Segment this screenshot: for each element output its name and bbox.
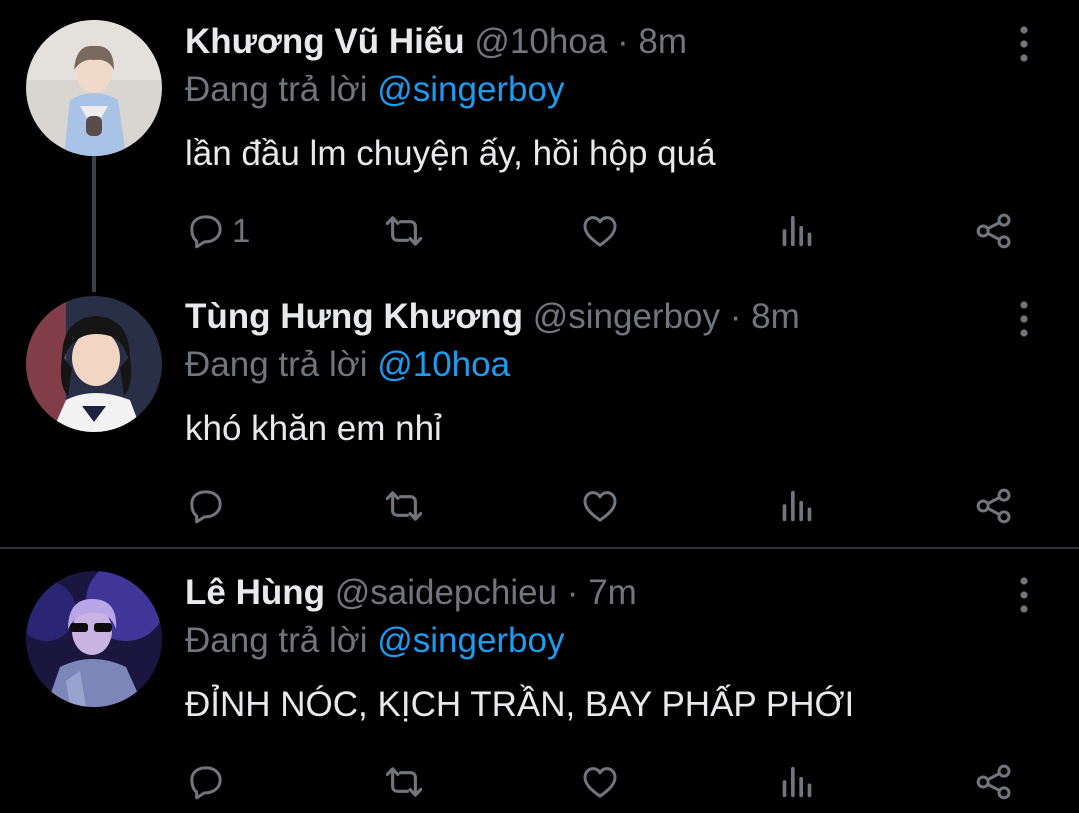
mention-link[interactable]: @singerboy [377, 621, 564, 660]
separator-dot: · [617, 22, 629, 61]
like-button[interactable] [580, 757, 620, 807]
share-icon [974, 486, 1014, 526]
analytics-button[interactable] [777, 481, 817, 531]
avatar[interactable] [26, 296, 162, 432]
more-icon[interactable] [1014, 24, 1034, 64]
mention-link[interactable]: @singerboy [377, 70, 564, 109]
share-button[interactable] [974, 481, 1014, 531]
retweet-icon [383, 485, 425, 527]
replying-to-label: Đang trả lời [185, 345, 368, 384]
tweet-text: ĐỈNH NÓC, KỊCH TRẦN, BAY PHẤP PHỚI [185, 685, 855, 724]
reply-button[interactable] [186, 757, 232, 807]
like-icon [580, 211, 620, 251]
display-name[interactable]: Lê Hùng [185, 573, 325, 612]
share-button[interactable] [974, 757, 1014, 807]
user-handle[interactable]: @10hoa [474, 22, 607, 61]
reply-icon [186, 211, 226, 251]
analytics-icon [777, 762, 817, 802]
share-icon [974, 211, 1014, 251]
retweet-icon [383, 761, 425, 803]
avatar[interactable] [26, 571, 162, 707]
tweet-actions [0, 481, 1079, 531]
analytics-button[interactable] [777, 757, 817, 807]
like-icon [580, 762, 620, 802]
retweet-icon [383, 210, 425, 252]
replying-to: Đang trả lời @10hoa [185, 342, 510, 388]
timestamp[interactable]: 7m [588, 573, 637, 612]
tweet-header: Tùng Hưng Khương @singerboy · 8m [185, 294, 800, 340]
reply-button[interactable]: 1 [186, 206, 250, 256]
avatar[interactable] [26, 20, 162, 156]
analytics-icon [777, 211, 817, 251]
reply-count: 1 [232, 212, 251, 249]
tweet-text: khó khăn em nhỉ [185, 409, 442, 448]
reply-icon [186, 486, 226, 526]
separator-dot: · [729, 297, 742, 336]
timestamp[interactable]: 8m [638, 22, 687, 61]
more-icon[interactable] [1014, 299, 1034, 339]
like-icon [580, 486, 620, 526]
replying-to-label: Đang trả lời [185, 70, 368, 109]
display-name[interactable]: Khương Vũ Hiếu [185, 22, 465, 61]
mention-link[interactable]: @10hoa [377, 345, 510, 384]
replying-to: Đang trả lời @singerboy [185, 67, 565, 113]
replying-to: Đang trả lời @singerboy [185, 618, 565, 664]
retweet-button[interactable] [383, 206, 425, 256]
user-handle[interactable]: @saidepchieu [335, 573, 557, 612]
tweet-header: Khương Vũ Hiếu @10hoa · 8m [185, 19, 687, 65]
like-button[interactable] [580, 206, 620, 256]
tweet-header: Lê Hùng @saidepchieu · 7m [185, 570, 637, 616]
reply-icon [186, 762, 226, 802]
tweet-text: lần đầu lm chuyện ấy, hồi hộp quá [185, 134, 716, 173]
retweet-button[interactable] [383, 757, 425, 807]
like-button[interactable] [580, 481, 620, 531]
replying-to-label: Đang trả lời [185, 621, 368, 660]
divider [0, 547, 1079, 549]
share-icon [974, 762, 1014, 802]
retweet-button[interactable] [383, 481, 425, 531]
tweet-actions [0, 757, 1079, 807]
reply-button[interactable] [186, 481, 232, 531]
user-handle[interactable]: @singerboy [533, 297, 720, 336]
more-icon[interactable] [1014, 575, 1034, 615]
analytics-icon [777, 486, 817, 526]
share-button[interactable] [974, 206, 1014, 256]
tweet-actions: 1 [0, 206, 1079, 256]
separator-dot: · [566, 573, 579, 612]
analytics-button[interactable] [777, 206, 817, 256]
display-name[interactable]: Tùng Hưng Khương [185, 297, 523, 336]
timestamp[interactable]: 8m [751, 297, 800, 336]
